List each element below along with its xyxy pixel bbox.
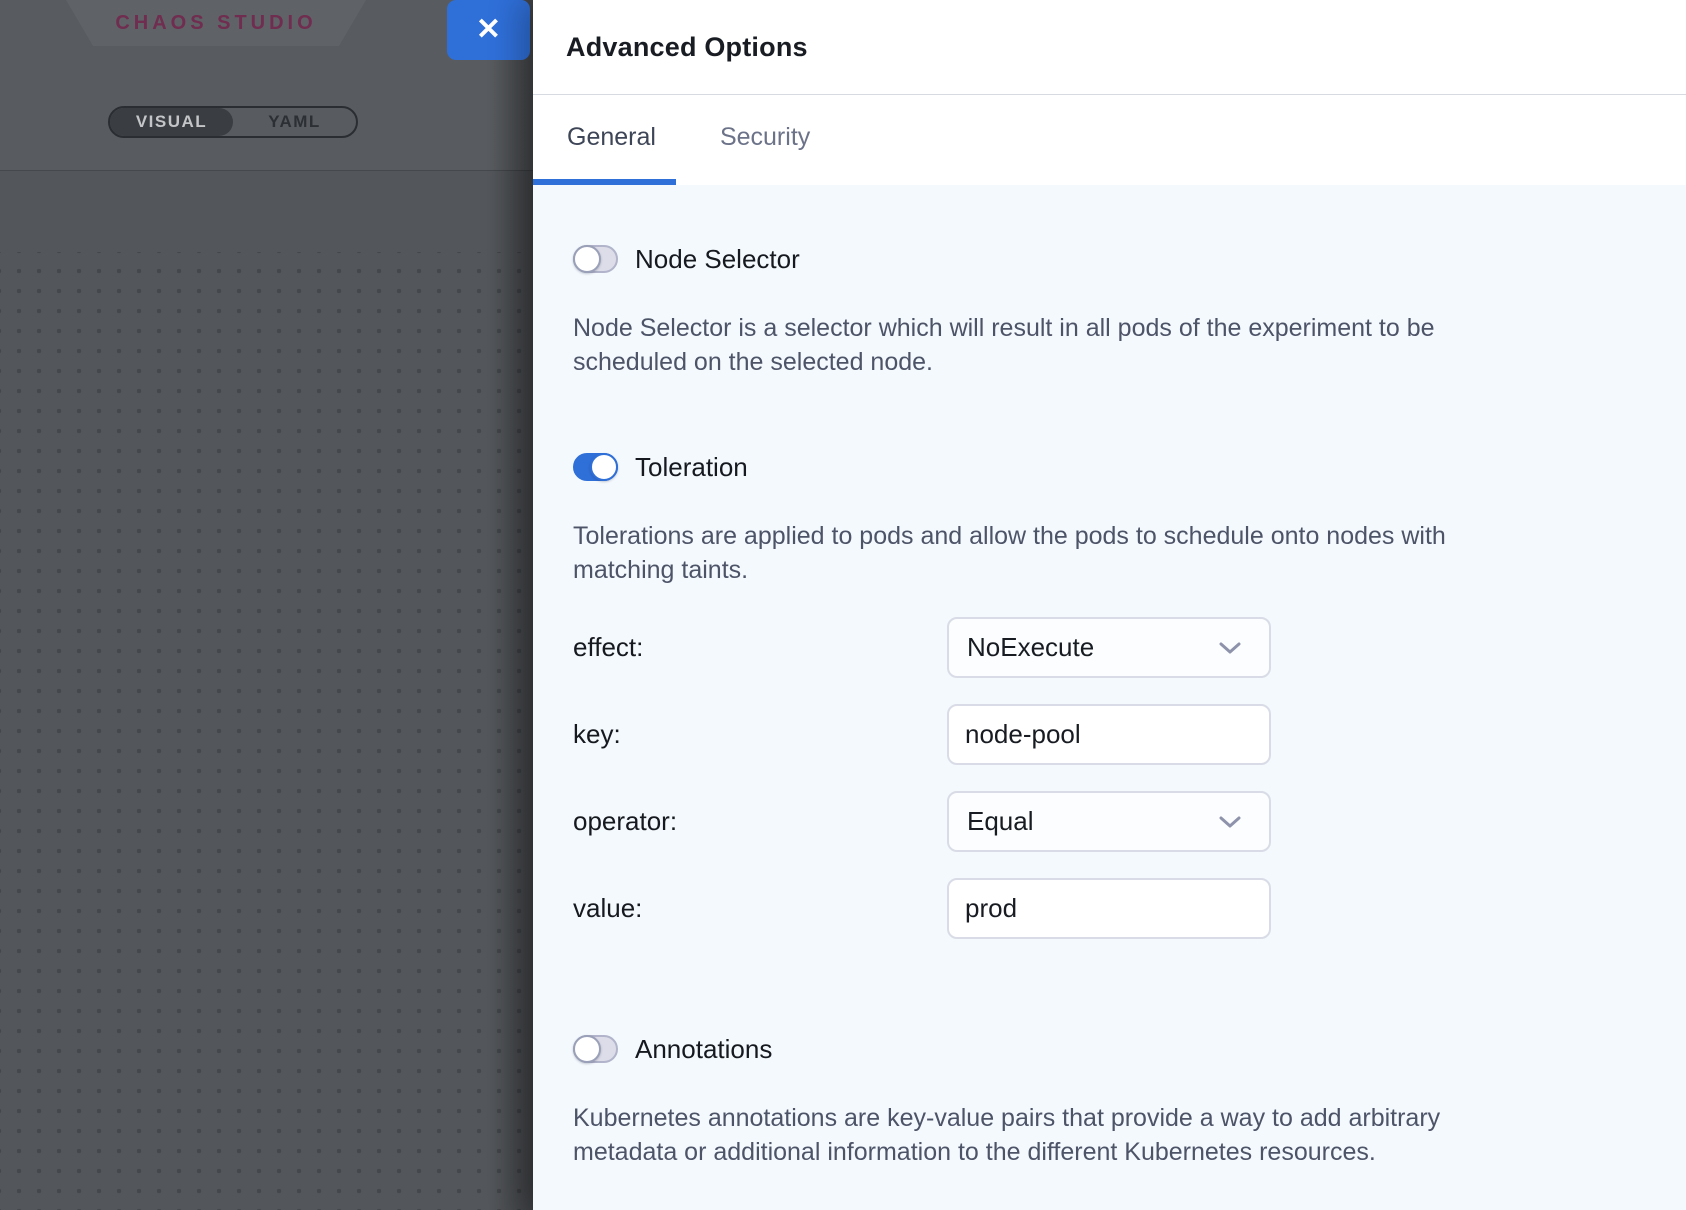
tab-general[interactable]: General — [533, 95, 676, 185]
toleration-form: effect: NoExecute key: operator: Eq — [573, 617, 1646, 939]
chaos-studio-logo: CHAOS STUDIO — [115, 12, 316, 35]
operator-value: Equal — [967, 806, 1034, 837]
close-drawer-button[interactable]: ✕ — [447, 0, 530, 60]
node-selector-description: Node Selector is a selector which will r… — [573, 311, 1563, 379]
node-selector-toggle[interactable] — [573, 245, 618, 273]
chevron-down-icon — [1219, 815, 1241, 829]
key-input[interactable] — [947, 704, 1271, 765]
annotations-label: Annotations — [635, 1034, 772, 1065]
chaos-studio-background: CHAOS STUDIO VISUAL YAML — [0, 0, 533, 1210]
visual-toggle-label: VISUAL — [136, 112, 207, 132]
key-label: key: — [573, 719, 947, 750]
visual-toggle-button[interactable]: VISUAL — [110, 108, 233, 136]
node-selector-label: Node Selector — [635, 244, 800, 275]
canvas-dot-grid — [0, 252, 533, 1210]
tab-security-label: Security — [720, 123, 810, 152]
close-icon: ✕ — [476, 15, 501, 45]
yaml-toggle-button[interactable]: YAML — [233, 108, 356, 136]
general-tab-content: Node Selector Node Selector is a selecto… — [533, 185, 1686, 1210]
operator-row: operator: Equal — [573, 791, 1646, 852]
yaml-toggle-label: YAML — [268, 112, 321, 132]
effect-select[interactable]: NoExecute — [947, 617, 1271, 678]
effect-row: effect: NoExecute — [573, 617, 1646, 678]
key-row: key: — [573, 704, 1646, 765]
annotations-toggle[interactable] — [573, 1035, 618, 1063]
toggle-knob — [590, 453, 618, 481]
toleration-row: Toleration — [573, 453, 1646, 481]
operator-label: operator: — [573, 806, 947, 837]
drawer-header: Advanced Options — [533, 0, 1686, 95]
value-label: value: — [573, 893, 947, 924]
value-row: value: — [573, 878, 1646, 939]
toggle-knob — [573, 1035, 601, 1063]
tab-general-label: General — [567, 123, 656, 152]
studio-canvas — [0, 172, 533, 1210]
toleration-toggle[interactable] — [573, 453, 618, 481]
node-selector-row: Node Selector — [573, 245, 1646, 273]
annotations-description: Kubernetes annotations are key-value pai… — [573, 1101, 1563, 1169]
toleration-description: Tolerations are applied to pods and allo… — [573, 519, 1563, 587]
chaos-studio-logo-banner: CHAOS STUDIO — [66, 0, 366, 46]
drawer-title: Advanced Options — [566, 32, 808, 63]
value-input[interactable] — [947, 878, 1271, 939]
drawer-tabs: General Security — [533, 95, 1686, 185]
advanced-options-drawer: Advanced Options General Security Node S… — [533, 0, 1686, 1210]
chevron-down-icon — [1219, 641, 1241, 655]
operator-select[interactable]: Equal — [947, 791, 1271, 852]
toleration-label: Toleration — [635, 452, 748, 483]
annotations-row: Annotations — [573, 1035, 1646, 1063]
effect-label: effect: — [573, 632, 947, 663]
toggle-knob — [573, 245, 601, 273]
visual-yaml-toggle[interactable]: VISUAL YAML — [108, 106, 358, 138]
effect-value: NoExecute — [967, 632, 1094, 663]
tab-security[interactable]: Security — [692, 95, 838, 185]
